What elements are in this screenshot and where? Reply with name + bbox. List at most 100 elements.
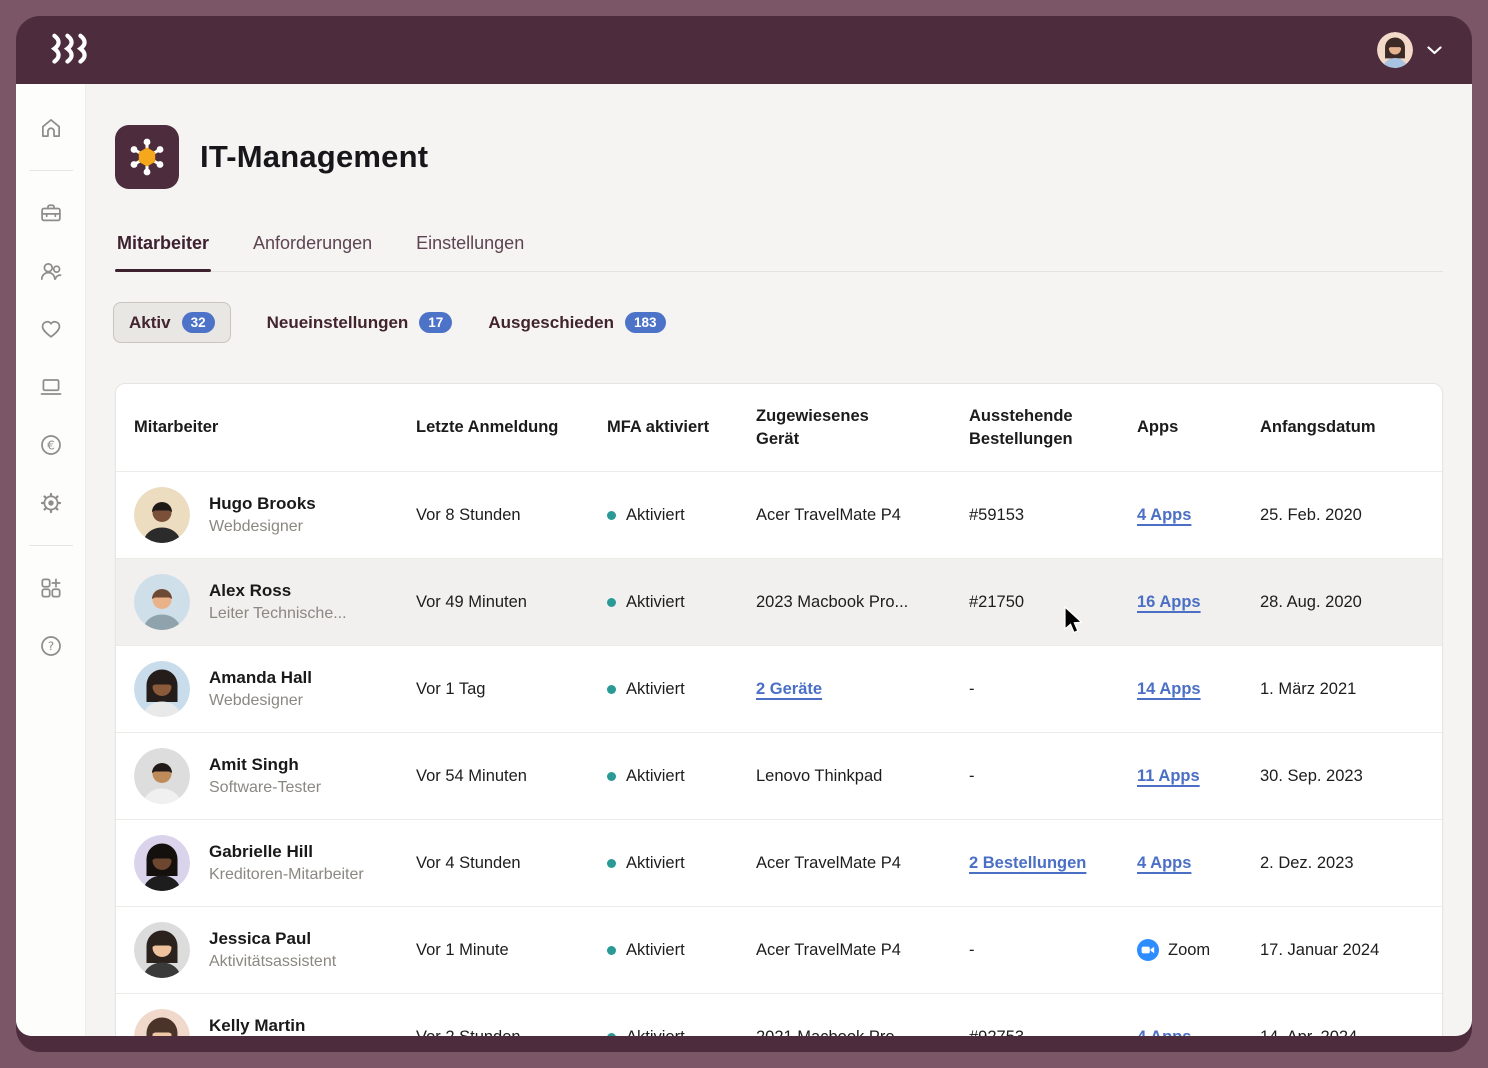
employee-role: Leiter Technische... — [209, 605, 347, 623]
tab-bar: Mitarbeiter Anforderungen Einstellungen — [115, 233, 1443, 272]
tab-anforderungen[interactable]: Anforderungen — [251, 233, 374, 271]
start-date: 25. Feb. 2020 — [1260, 506, 1443, 525]
svg-text:€: € — [47, 437, 55, 452]
start-date: 28. Aug. 2020 — [1260, 593, 1443, 612]
employee-avatar — [134, 1009, 190, 1036]
table-row[interactable]: Alex Ross Leiter Technische... Vor 49 Mi… — [116, 558, 1442, 645]
sidebar-item-devices[interactable] — [29, 365, 73, 409]
sidebar-divider — [29, 170, 73, 171]
employee-avatar — [134, 748, 190, 804]
mfa-status: Aktiviert — [626, 593, 685, 612]
filter-ausgeschieden[interactable]: Ausgeschieden 183 — [488, 312, 665, 333]
it-management-app-icon — [115, 125, 179, 189]
pending-orders: - — [969, 680, 975, 698]
page-title: IT-Management — [200, 139, 428, 175]
sidebar-item-toolbox[interactable] — [29, 191, 73, 235]
table-row[interactable]: Amanda Hall Webdesigner Vor 1 Tag Aktivi… — [116, 645, 1442, 732]
filter-aktiv[interactable]: Aktiv 32 — [113, 302, 231, 343]
device-link[interactable]: 2 Geräte — [756, 680, 822, 698]
employee-avatar — [134, 835, 190, 891]
sidebar-item-benefits[interactable] — [29, 307, 73, 351]
apps-link[interactable]: 14 Apps — [1137, 680, 1201, 699]
employee-role: Kreditoren-Mitarbeiter — [209, 866, 364, 884]
topbar — [16, 16, 1472, 84]
employee-name: Kelly Martin — [209, 1016, 305, 1036]
sidebar-item-finance[interactable]: € — [29, 423, 73, 467]
column-header: Zugewiesenes Gerät — [756, 405, 884, 450]
column-header: MFA aktiviert — [607, 416, 756, 438]
sidebar-item-help[interactable]: ? — [29, 624, 73, 668]
apps-grid-plus-icon — [38, 575, 64, 601]
apps-link[interactable]: 4 Apps — [1137, 506, 1191, 525]
last-login: Vor 54 Minuten — [416, 767, 607, 786]
toolbox-icon — [38, 200, 64, 226]
help-icon: ? — [38, 633, 64, 659]
last-login: Vor 49 Minuten — [416, 593, 607, 612]
pending-orders: - — [969, 767, 975, 785]
filter-neueinstellungen[interactable]: Neueinstellungen 17 — [267, 312, 453, 333]
count-badge: 17 — [419, 312, 452, 333]
table-row[interactable]: Kelly Martin Hundetrainer Vor 2 Stunden … — [116, 993, 1442, 1036]
employee-table: Mitarbeiter Letzte Anmeldung MFA aktivie… — [115, 383, 1443, 1036]
apps-link[interactable]: 16 Apps — [1137, 593, 1201, 612]
employee-role: Software-Tester — [209, 779, 321, 797]
employee-name: Hugo Brooks — [209, 494, 316, 514]
user-avatar[interactable] — [1377, 32, 1413, 68]
apps-link[interactable]: 4 Apps — [1137, 854, 1191, 873]
start-date: 2. Dez. 2023 — [1260, 854, 1443, 873]
pending-orders: - — [969, 941, 975, 959]
column-header: Ausstehende Bestellungen — [969, 405, 1097, 450]
assigned-device: 2023 Macbook Pro... — [756, 593, 908, 611]
orders-link[interactable]: 2 Bestellungen — [969, 854, 1086, 872]
user-menu[interactable] — [1377, 32, 1442, 68]
employee-name: Alex Ross — [209, 581, 347, 601]
employee-avatar — [134, 661, 190, 717]
mfa-status: Aktiviert — [626, 941, 685, 960]
status-dot — [607, 859, 616, 868]
start-date: 30. Sep. 2023 — [1260, 767, 1443, 786]
people-icon — [38, 258, 64, 284]
last-login: Vor 4 Stunden — [416, 854, 607, 873]
assigned-device: Acer TravelMate P4 — [756, 941, 901, 959]
employee-name: Amanda Hall — [209, 668, 312, 688]
table-row[interactable]: Gabrielle Hill Kreditoren-Mitarbeiter Vo… — [116, 819, 1442, 906]
mfa-status: Aktiviert — [626, 1028, 685, 1037]
chevron-down-icon — [1427, 46, 1442, 55]
last-login: Vor 1 Tag — [416, 680, 607, 699]
gear-icon — [38, 490, 64, 516]
mfa-status: Aktiviert — [626, 854, 685, 873]
app-shell: € — [16, 84, 1472, 1036]
status-dot — [607, 946, 616, 955]
table-row[interactable]: Jessica Paul Aktivitätsassistent Vor 1 M… — [116, 906, 1442, 993]
assigned-device: Acer TravelMate P4 — [756, 506, 901, 524]
employee-name: Amit Singh — [209, 755, 321, 775]
sidebar-item-apps[interactable] — [29, 566, 73, 610]
last-login: Vor 2 Stunden — [416, 1028, 607, 1037]
heart-icon — [38, 316, 64, 342]
sidebar-item-people[interactable] — [29, 249, 73, 293]
column-header: Mitarbeiter — [116, 416, 416, 438]
employee-name: Jessica Paul — [209, 929, 336, 949]
page-header: IT-Management — [115, 125, 1472, 189]
table-row[interactable]: Amit Singh Software-Tester Vor 54 Minute… — [116, 732, 1442, 819]
tab-einstellungen[interactable]: Einstellungen — [414, 233, 526, 271]
svg-text:?: ? — [47, 639, 53, 653]
tab-mitarbeiter[interactable]: Mitarbeiter — [115, 233, 211, 271]
column-header: Letzte Anmeldung — [416, 416, 607, 438]
sidebar-item-home[interactable] — [29, 106, 73, 150]
table-header-row: Mitarbeiter Letzte Anmeldung MFA aktivie… — [116, 384, 1442, 471]
pending-orders: #92753 — [969, 1028, 1024, 1037]
apps-link[interactable]: 4 Apps — [1137, 1028, 1191, 1037]
sidebar-item-settings[interactable] — [29, 481, 73, 525]
apps-cell-text: Zoom — [1168, 941, 1210, 960]
employee-avatar — [134, 922, 190, 978]
table-row[interactable]: Hugo Brooks Webdesigner Vor 8 Stunden Ak… — [116, 471, 1442, 558]
status-dot — [607, 685, 616, 694]
apps-link[interactable]: 11 Apps — [1137, 767, 1200, 786]
filter-chips: Aktiv 32 Neueinstellungen 17 Ausgeschied… — [113, 302, 1472, 343]
status-dot — [607, 1033, 616, 1037]
last-login: Vor 1 Minute — [416, 941, 607, 960]
employee-name: Gabrielle Hill — [209, 842, 364, 862]
rippling-logo-icon[interactable] — [48, 33, 92, 67]
zoom-app-icon — [1137, 939, 1159, 961]
